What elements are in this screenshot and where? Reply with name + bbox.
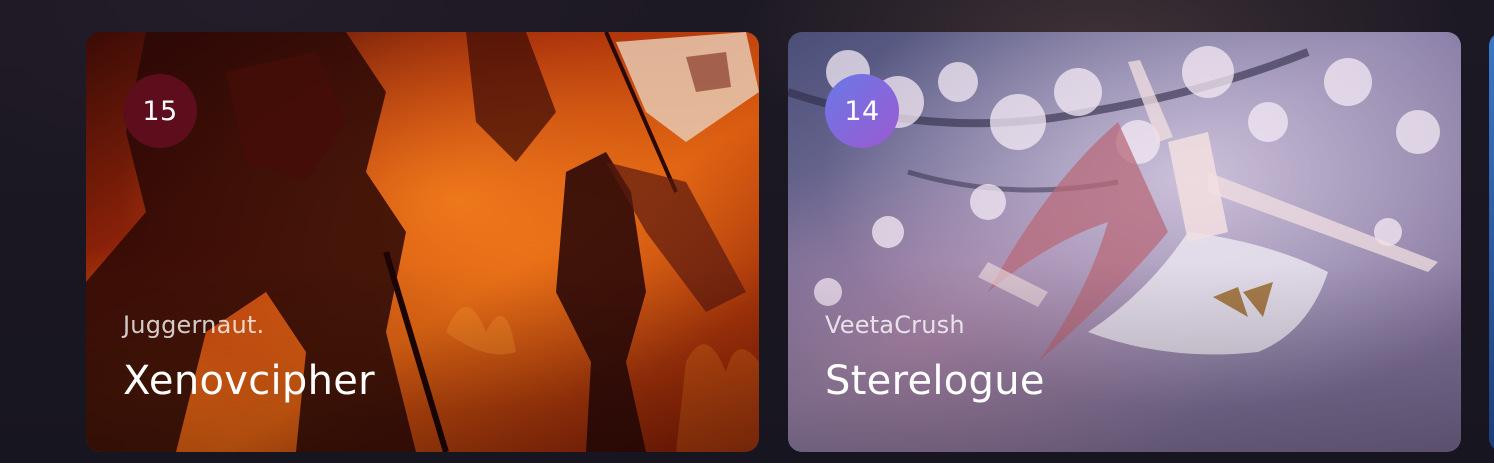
carousel: 15 Juggernaut. Xenovcipher 14 VeetaCrush…: [0, 0, 1494, 463]
release-card[interactable]: 14 VeetaCrush Sterelogue: [788, 32, 1461, 452]
rank-badge: 14: [825, 74, 899, 148]
artist-name[interactable]: VeetaCrush: [825, 311, 965, 339]
cover-artwork-partial: [1489, 32, 1494, 452]
release-title[interactable]: Sterelogue: [825, 358, 1045, 404]
release-card[interactable]: 15 Juggernaut. Xenovcipher: [86, 32, 759, 452]
release-card-partial[interactable]: [1489, 32, 1494, 452]
artist-name[interactable]: Juggernaut.: [123, 311, 264, 339]
release-title[interactable]: Xenovcipher: [123, 358, 375, 404]
rank-badge: 15: [123, 74, 197, 148]
